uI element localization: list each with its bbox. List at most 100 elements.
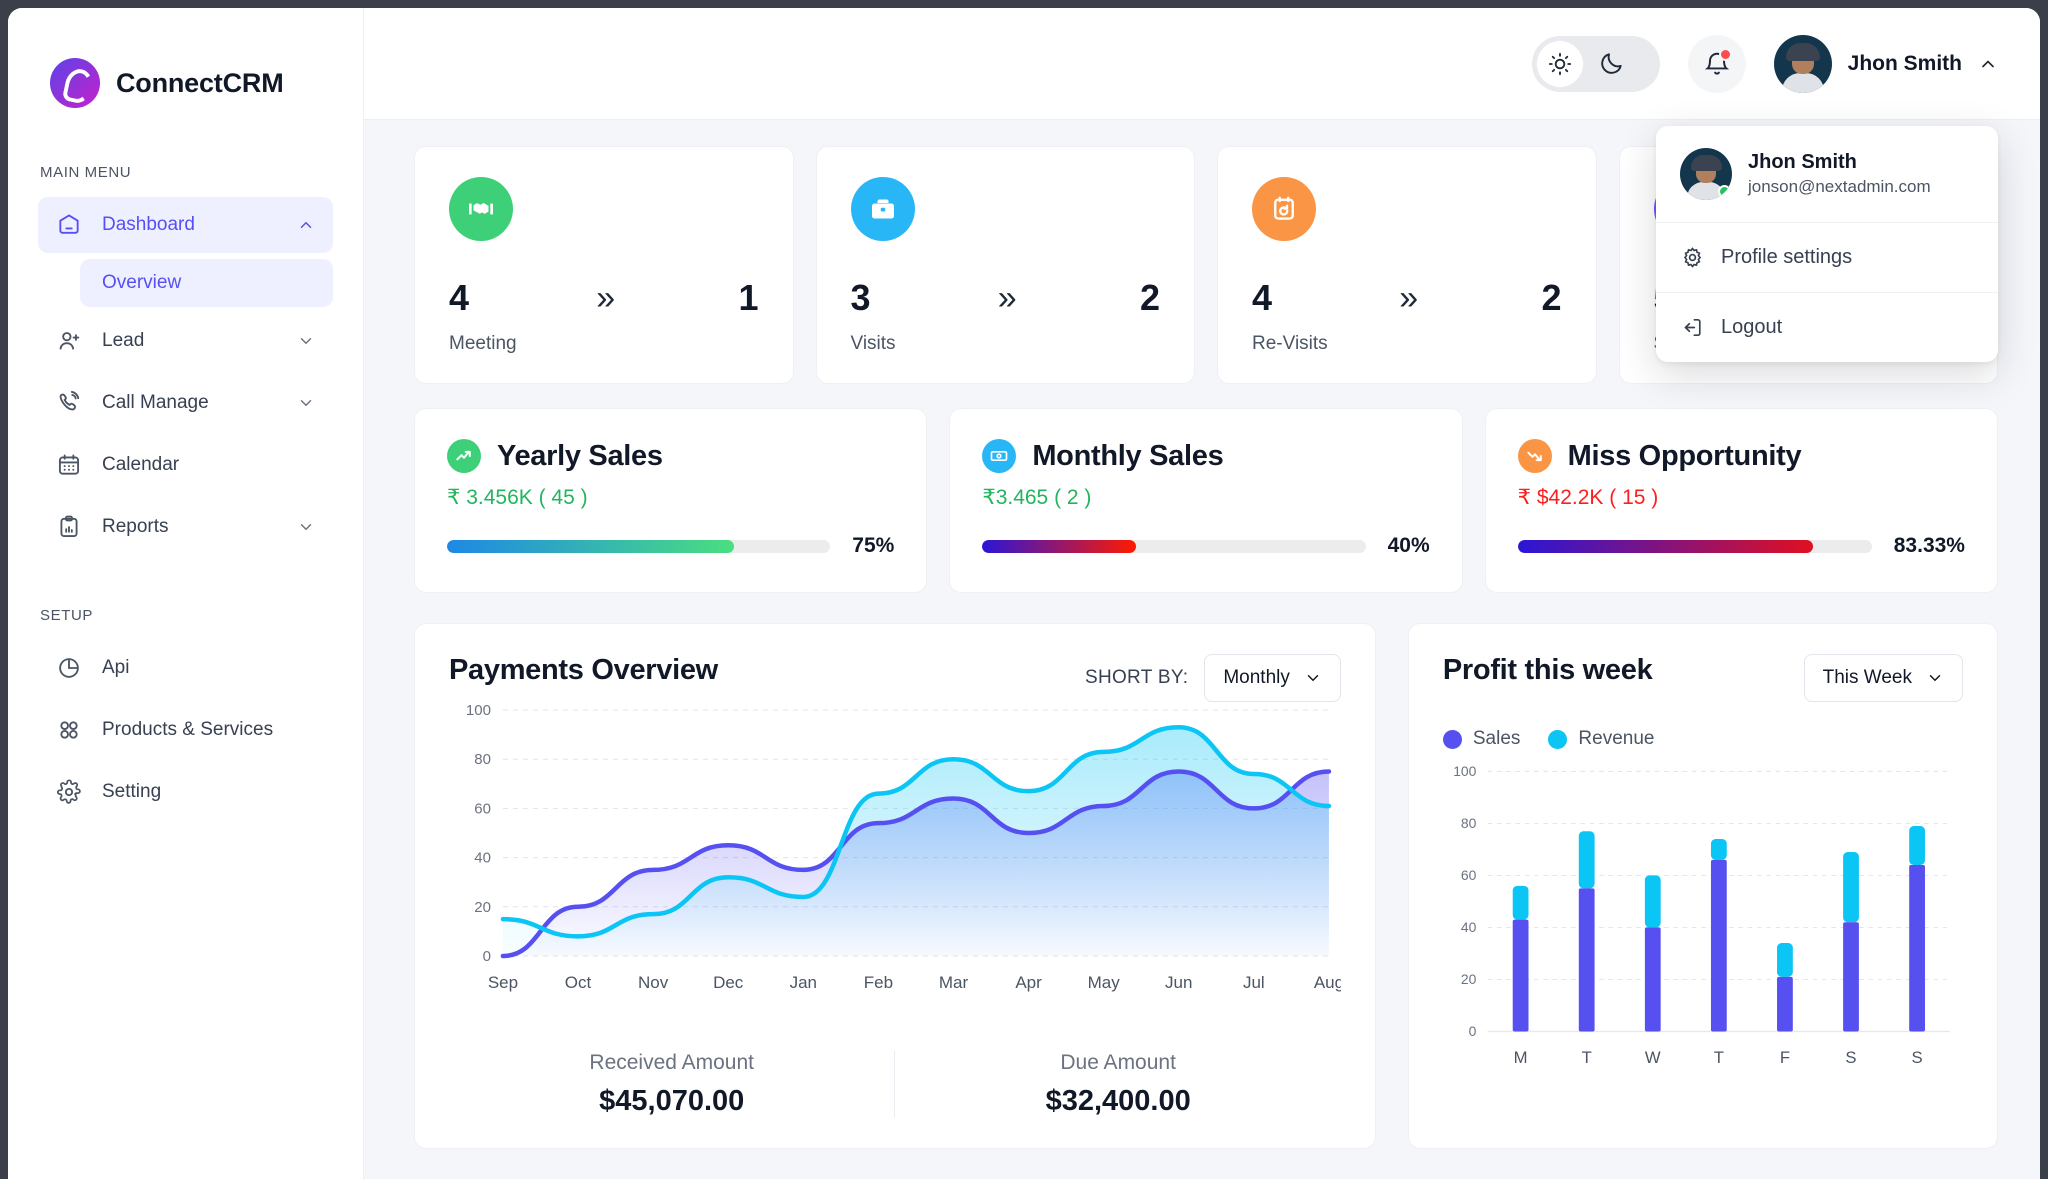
svg-text:100: 100 — [1453, 763, 1476, 779]
brand-name: ConnectCRM — [116, 68, 284, 99]
svg-text:F: F — [1780, 1048, 1790, 1067]
stat-values: 3 » 2 — [851, 277, 1161, 319]
sidebar-item-setting[interactable]: Setting — [38, 764, 333, 820]
app-window: ConnectCRM MAIN MENU Dashboard Overview … — [8, 8, 2040, 1179]
svg-text:40: 40 — [1461, 919, 1477, 935]
svg-text:S: S — [1911, 1048, 1922, 1067]
stat-card-meeting[interactable]: 4 » 1 Meeting — [414, 146, 794, 384]
sidebar-item-reports[interactable]: Reports — [38, 499, 333, 555]
chevron-up-icon — [1978, 54, 1998, 74]
profile-email: jonson@nextadmin.com — [1748, 177, 1931, 197]
sidebar-item-api[interactable]: Api — [38, 640, 333, 696]
stat-label: Re-Visits — [1252, 333, 1562, 355]
stat-primary-value: 4 — [449, 277, 469, 319]
sidebar-item-label: Api — [102, 657, 315, 679]
online-status-dot — [1718, 185, 1731, 198]
phone-call-icon — [56, 390, 82, 416]
moon-icon[interactable] — [1589, 41, 1635, 87]
progress-card-header: Yearly Sales — [447, 439, 894, 473]
stat-primary-value: 3 — [851, 277, 871, 319]
svg-text:M: M — [1514, 1048, 1528, 1067]
progress-track — [447, 540, 830, 553]
progress-card-header: Monthly Sales — [982, 439, 1429, 473]
clipboard-chart-icon — [56, 514, 82, 540]
sort-by-select[interactable]: Monthly — [1204, 654, 1341, 702]
logo-icon — [50, 58, 100, 108]
svg-text:Mar: Mar — [939, 973, 969, 992]
svg-text:Aug: Aug — [1314, 973, 1341, 992]
menu-item-label: Profile settings — [1721, 246, 1852, 269]
main-area: Jhon Smith Jhon Smith jonson@nextadmin.c… — [364, 8, 2040, 1179]
money-icon — [982, 439, 1016, 473]
user-plus-icon — [56, 328, 82, 354]
svg-text:May: May — [1088, 973, 1121, 992]
legend-label: Sales — [1473, 728, 1521, 750]
due-amount-col: Due Amount $32,400.00 — [894, 1051, 1340, 1118]
stat-secondary-value: 1 — [738, 277, 758, 319]
progress-bar-wrap: 83.33% — [1518, 534, 1965, 558]
progress-card-amount: ₹3.465 ( 2 ) — [982, 485, 1429, 510]
notification-button[interactable] — [1688, 35, 1746, 93]
stat-label: Visits — [851, 333, 1161, 355]
progress-track — [982, 540, 1365, 553]
sidebar-item-lead[interactable]: Lead — [38, 313, 333, 369]
svg-text:20: 20 — [1461, 971, 1477, 987]
chevron-down-icon — [1304, 669, 1322, 687]
stat-card-visits[interactable]: 3 » 2 Visits — [816, 146, 1196, 384]
setup-label: SETUP — [8, 607, 363, 624]
sidebar-nav: Dashboard Overview Lead Call Manage — [8, 197, 363, 555]
progress-percent: 40% — [1388, 534, 1430, 558]
sidebar-item-dashboard[interactable]: Dashboard — [38, 197, 333, 253]
received-amount-col: Received Amount $45,070.00 — [449, 1051, 894, 1118]
progress-percent: 83.33% — [1894, 534, 1965, 558]
svg-text:80: 80 — [474, 751, 491, 768]
theme-toggle[interactable] — [1532, 36, 1660, 92]
stat-values: 4 » 1 — [449, 277, 759, 319]
stat-primary-value: 4 — [1252, 277, 1272, 319]
menu-item-profile-settings[interactable]: Profile settings — [1656, 222, 1998, 292]
sun-icon[interactable] — [1537, 41, 1583, 87]
profit-legend: Sales Revenue — [1443, 728, 1963, 750]
profit-title: Profit this week — [1443, 654, 1653, 687]
sidebar-item-label: Products & Services — [102, 719, 315, 741]
svg-text:80: 80 — [1461, 815, 1477, 831]
menu-item-label: Logout — [1721, 316, 1782, 339]
avatar — [1774, 35, 1832, 93]
sidebar-item-label: Call Manage — [102, 392, 277, 414]
svg-text:Apr: Apr — [1015, 973, 1042, 992]
progress-card-miss-opportunity[interactable]: Miss Opportunity ₹ $42.2K ( 15 ) 83.33% — [1485, 408, 1998, 593]
profile-name: Jhon Smith — [1748, 151, 1931, 174]
gear-icon — [1680, 245, 1705, 270]
topbar: Jhon Smith — [364, 8, 2040, 120]
progress-card-monthly-sales[interactable]: Monthly Sales ₹3.465 ( 2 ) 40% — [949, 408, 1462, 593]
progress-bar-wrap: 40% — [982, 534, 1429, 558]
page-title: Payments Overview — [449, 654, 718, 687]
profit-header: Profit this week This Week — [1443, 654, 1963, 702]
progress-card-yearly-sales[interactable]: Yearly Sales ₹ 3.456K ( 45 ) 75% — [414, 408, 927, 593]
svg-text:Dec: Dec — [713, 973, 744, 992]
svg-text:Oct: Oct — [565, 973, 592, 992]
week-range-select[interactable]: This Week — [1804, 654, 1963, 702]
chevrons-right-icon: » — [998, 279, 1013, 318]
sidebar: ConnectCRM MAIN MENU Dashboard Overview … — [8, 8, 364, 1179]
menu-item-logout[interactable]: Logout — [1656, 292, 1998, 362]
sidebar-subitem-label: Overview — [102, 272, 181, 294]
stat-card-re-visits[interactable]: 4 » 2 Re-Visits — [1217, 146, 1597, 384]
svg-text:Jan: Jan — [790, 973, 817, 992]
legend-dot — [1443, 730, 1462, 749]
due-amount-value: $32,400.00 — [895, 1085, 1340, 1118]
dashboard-icon — [56, 212, 82, 238]
progress-card-title: Miss Opportunity — [1568, 440, 1802, 473]
progress-card-title: Yearly Sales — [497, 440, 663, 473]
chevron-down-icon — [297, 394, 315, 412]
user-menu-button[interactable]: Jhon Smith — [1774, 35, 1998, 93]
progress-fill — [982, 540, 1135, 553]
sidebar-item-products-services[interactable]: Products & Services — [38, 702, 333, 758]
sidebar-item-overview[interactable]: Overview — [80, 259, 333, 307]
brand[interactable]: ConnectCRM — [8, 8, 363, 108]
week-range-value: This Week — [1823, 667, 1912, 689]
profit-week-card: Profit this week This Week Sales — [1408, 623, 1998, 1149]
sidebar-item-calendar[interactable]: Calendar — [38, 437, 333, 493]
gear-icon — [56, 779, 82, 805]
sidebar-item-call-manage[interactable]: Call Manage — [38, 375, 333, 431]
